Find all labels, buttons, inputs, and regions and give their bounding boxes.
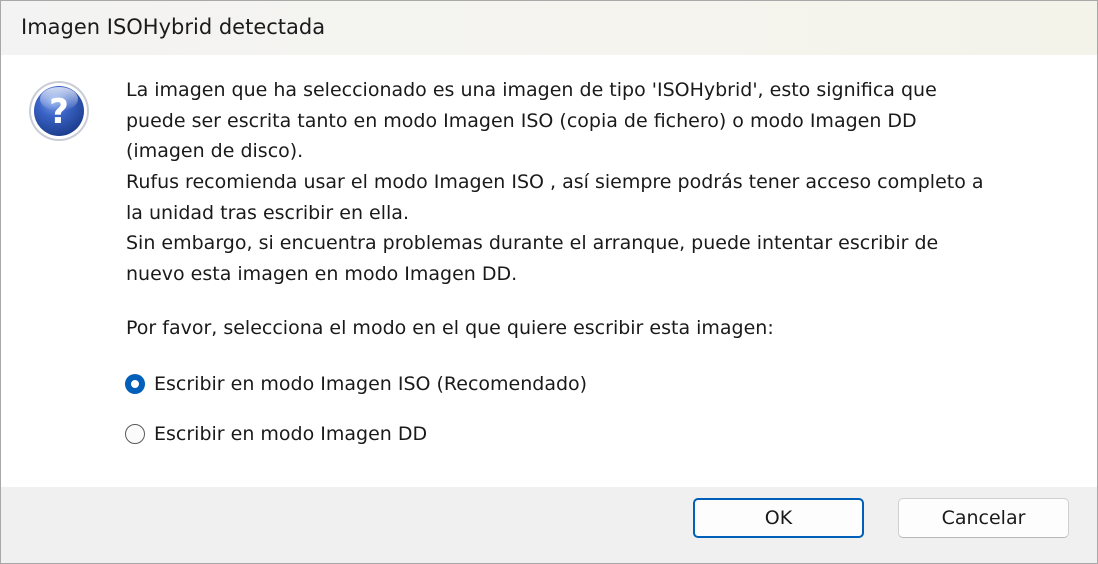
radio-button-unchecked[interactable] (125, 424, 145, 444)
question-icon: ? (29, 81, 89, 141)
cancel-button[interactable]: Cancelar (898, 498, 1069, 538)
radio-label[interactable]: Escribir en modo Imagen ISO (Recomendado… (154, 373, 587, 395)
title-bar[interactable]: Imagen ISOHybrid detectada (1, 1, 1097, 55)
dialog-content: ? La imagen que ha seleccionado es una i… (1, 55, 1097, 487)
message-line: nuevo esta imagen en modo Imagen DD. (126, 263, 518, 286)
message-line: Sin embargo, si encuentra problemas dura… (126, 232, 939, 255)
mode-prompt: Por favor, selecciona el modo en el que … (126, 317, 774, 339)
button-bar: OK Cancelar (1, 487, 1097, 563)
message-line: La imagen que ha seleccionado es una ima… (126, 79, 937, 101)
radio-label[interactable]: Escribir en modo Imagen DD (154, 423, 427, 445)
radio-iso-mode[interactable]: Escribir en modo Imagen ISO (Recomendado… (125, 371, 587, 397)
radio-button-checked[interactable] (125, 374, 145, 394)
radio-dd-mode[interactable]: Escribir en modo Imagen DD (125, 421, 427, 447)
message-line: puede ser escrita tanto en modo Imagen I… (126, 109, 917, 132)
message-line: (imagen de disco). (126, 140, 304, 163)
question-glyph: ? (49, 92, 69, 132)
dialog-message: La imagen que ha seleccionado es una ima… (126, 75, 984, 290)
dialog-window: Imagen ISOHybrid detectada ? La imagen q… (0, 0, 1098, 564)
window-title: Imagen ISOHybrid detectada (21, 15, 326, 39)
message-line: Rufus recomienda usar el modo Imagen ISO… (126, 171, 984, 194)
ok-button[interactable]: OK (693, 498, 864, 538)
message-line: la unidad tras escribir en ella. (126, 201, 409, 224)
